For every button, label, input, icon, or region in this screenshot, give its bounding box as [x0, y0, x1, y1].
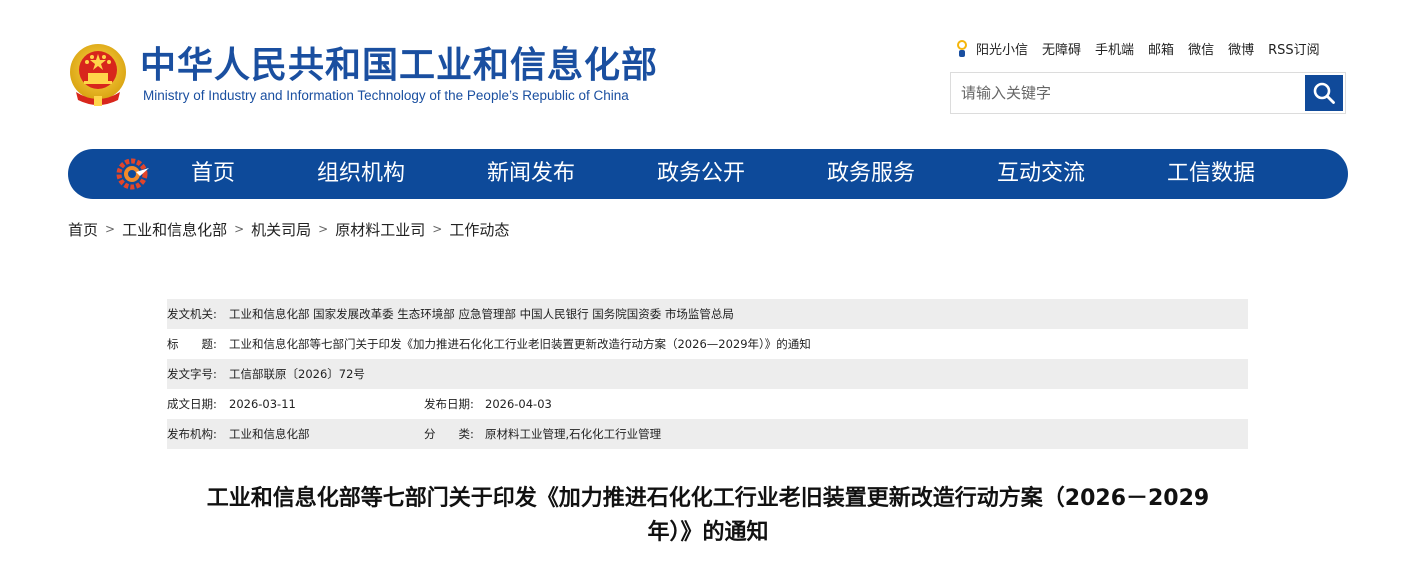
top-link-weibo[interactable]: 微博 [1228, 39, 1254, 58]
breadcrumb-ministry[interactable]: 工业和信息化部 [122, 219, 227, 240]
nav-item-gov-services[interactable]: 政务服务 [827, 149, 915, 199]
breadcrumb-separator: > [105, 222, 116, 236]
created-date-label: 成文日期: [167, 397, 217, 411]
nav-item-organization[interactable]: 组织机构 [317, 149, 405, 199]
docno-label: 发文字号: [167, 367, 217, 381]
article-title-line1: 工业和信息化部等七部门关于印发《加力推进石化化工行业老旧装置更新改造行动方案（2… [206, 486, 1210, 511]
breadcrumb-separator: > [234, 222, 245, 236]
article-title-line2: 年）》的通知 [647, 520, 769, 545]
search-button[interactable] [1305, 75, 1343, 111]
info-row-docno: 发文字号: 工信部联原〔2026〕72号 [167, 359, 1248, 389]
info-row-title: 标 题: 工业和信息化部等七部门关于印发《加力推进石化化工行业老旧装置更新改造行… [167, 329, 1248, 359]
document-info-table: 发文机关: 工业和信息化部 国家发展改革委 生态环境部 应急管理部 中国人民银行… [167, 299, 1248, 449]
top-link-mobile[interactable]: 手机端 [1095, 39, 1134, 58]
published-date-label: 发布日期: [424, 397, 474, 411]
info-row-org: 发布机构: 工业和信息化部 分 类: 原材料工业管理,石化化工行业管理 [167, 419, 1248, 449]
breadcrumb-separator: > [432, 222, 443, 236]
ministry-gear-logo-icon [116, 158, 149, 190]
breadcrumb-raw-materials[interactable]: 原材料工业司 [335, 219, 425, 240]
org-label: 发布机构: [167, 427, 217, 441]
top-link-sunshine[interactable]: 阳光小信 [976, 39, 1028, 58]
top-link-mailbox[interactable]: 邮箱 [1148, 39, 1174, 58]
top-link-accessibility[interactable]: 无障碍 [1042, 39, 1081, 58]
nav-item-interaction[interactable]: 互动交流 [997, 149, 1085, 199]
main-nav: 首页 组织机构 新闻发布 政务公开 政务服务 互动交流 工信数据 [68, 149, 1348, 199]
site-subtitle: Ministry of Industry and Information Tec… [143, 88, 629, 103]
breadcrumb-work-news[interactable]: 工作动态 [449, 219, 509, 240]
info-row-issuer: 发文机关: 工业和信息化部 国家发展改革委 生态环境部 应急管理部 中国人民银行… [167, 299, 1248, 329]
nav-item-news[interactable]: 新闻发布 [487, 149, 575, 199]
breadcrumb-departments[interactable]: 机关司局 [251, 219, 311, 240]
nav-item-gov-affairs-open[interactable]: 政务公开 [657, 149, 745, 199]
sun-mascot-icon [957, 40, 967, 57]
created-date-value: 2026-03-11 [229, 397, 296, 411]
national-emblem-icon [70, 44, 126, 106]
top-link-rss[interactable]: RSS订阅 [1268, 39, 1320, 58]
category-label: 分 类: [424, 427, 474, 441]
search-input[interactable] [961, 83, 1301, 103]
info-row-dates: 成文日期: 2026-03-11 发布日期: 2026-04-03 [167, 389, 1248, 419]
breadcrumb-separator: > [318, 222, 329, 236]
top-link-wechat[interactable]: 微信 [1188, 39, 1214, 58]
org-value: 工业和信息化部 [229, 427, 310, 441]
site-title: 中华人民共和国工业和信息化部 [140, 45, 659, 86]
published-date-value: 2026-04-03 [485, 397, 552, 411]
title-value: 工业和信息化部等七部门关于印发《加力推进石化化工行业老旧装置更新改造行动方案（2… [229, 337, 811, 351]
issuer-label: 发文机关: [167, 307, 217, 321]
issuer-value: 工业和信息化部 国家发展改革委 生态环境部 应急管理部 中国人民银行 国务院国资… [229, 307, 734, 321]
top-links: 阳光小信 无障碍 手机端 邮箱 微信 微博 RSS订阅 [954, 38, 1320, 58]
category-value: 原材料工业管理,石化化工行业管理 [485, 427, 662, 441]
nav-item-home[interactable]: 首页 [191, 149, 235, 199]
article-title: 工业和信息化部等七部门关于印发《加力推进石化化工行业老旧装置更新改造行动方案（2… [160, 482, 1256, 550]
breadcrumb: 首页 > 工业和信息化部 > 机关司局 > 原材料工业司 > 工作动态 [68, 219, 509, 239]
search-box [950, 72, 1346, 114]
nav-item-data[interactable]: 工信数据 [1167, 149, 1255, 199]
docno-value: 工信部联原〔2026〕72号 [229, 367, 365, 381]
breadcrumb-home[interactable]: 首页 [68, 219, 98, 240]
title-label: 标 题: [167, 337, 217, 351]
search-icon [1313, 82, 1335, 104]
